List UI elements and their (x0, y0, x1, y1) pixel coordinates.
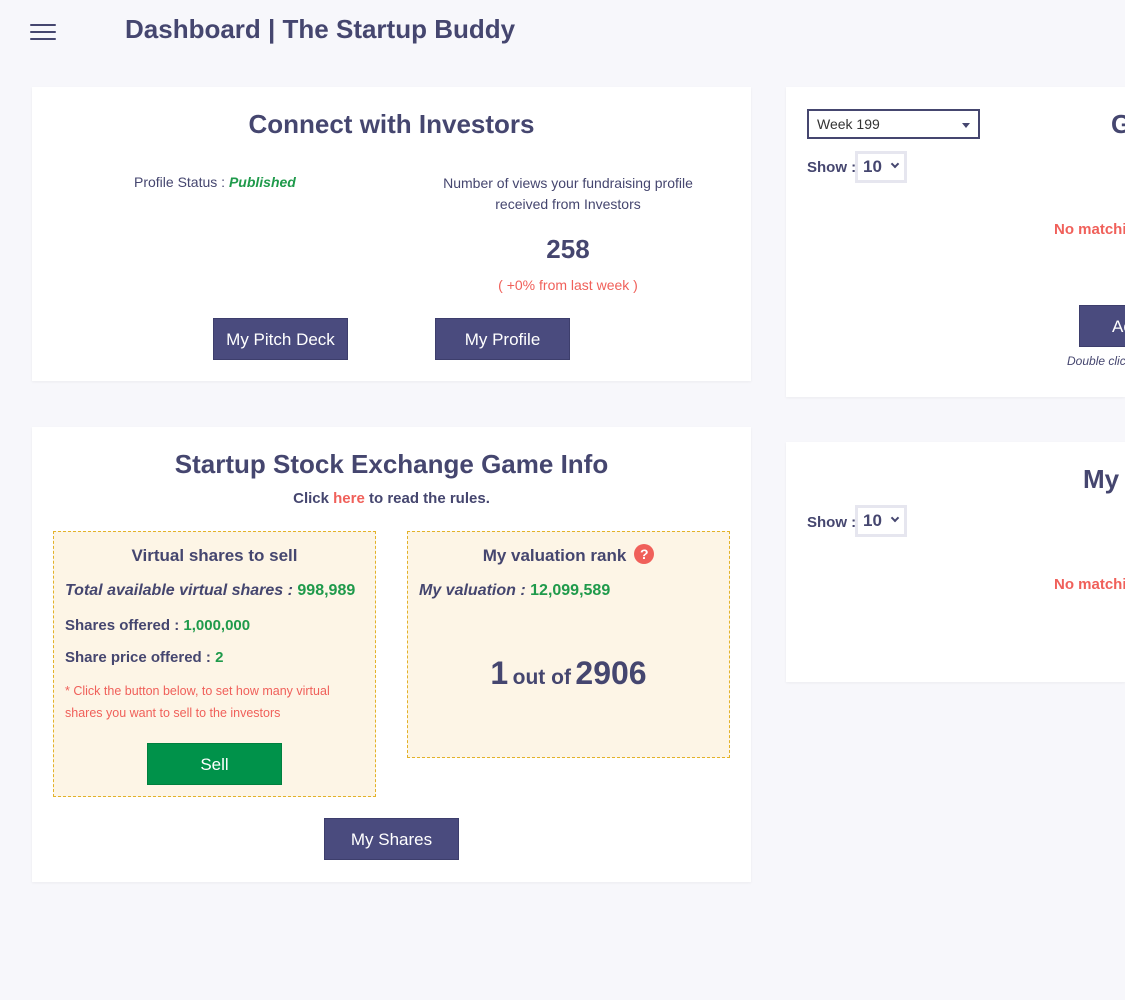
rules-suffix: to read the rules. (369, 490, 490, 507)
my-valuation-value: 12,099,589 (530, 582, 611, 599)
shares-offered-row: Shares offered : 1,000,000 (65, 617, 250, 634)
sell-note-line1: * Click the button below, to set how man… (65, 684, 330, 698)
leaderboard-card: Week 199 G Show : 10 No matchi Ac Double… (786, 87, 1125, 397)
total-shares-value: 998,989 (297, 582, 356, 599)
action-button-fragment[interactable]: Ac (1079, 305, 1125, 347)
sell-note-line2: shares you want to sell to the investors (65, 706, 281, 720)
sell-note: * Click the button below, to set how man… (65, 680, 330, 724)
leaderboard-title-fragment: G (1111, 109, 1125, 139)
virtual-shares-box: Virtual shares to sell Total available v… (53, 531, 376, 797)
my-profile-button[interactable]: My Profile (435, 318, 570, 360)
sell-button[interactable]: Sell (147, 743, 282, 785)
my-valuation-label: My valuation : (419, 582, 526, 599)
show-entries-select[interactable]: 10 (855, 151, 907, 183)
views-change: ( +0% from last week ) (498, 277, 638, 293)
shares-offered-label: Shares offered : (65, 617, 180, 634)
hamburger-menu-icon[interactable] (30, 24, 56, 42)
total-shares-label: Total available virtual shares : (65, 582, 293, 599)
double-click-hint: Double clic (1067, 354, 1125, 368)
views-label: Number of views your fundraising profile… (412, 173, 724, 215)
show-entries-select-bottom[interactable]: 10 (855, 505, 907, 537)
total-shares-row: Total available virtual shares : 998,989 (65, 582, 355, 600)
valuation-rank-title: My valuation rank (482, 546, 627, 565)
show-entries-value-bottom: 10 (863, 511, 882, 530)
week-select-value: Week 199 (817, 116, 880, 132)
valuation-rank-box: My valuation rank? My valuation : 12,099… (407, 531, 730, 758)
views-label-line2: received from Investors (495, 196, 641, 212)
my-pitch-deck-button[interactable]: My Pitch Deck (213, 318, 348, 360)
profile-status-label: Profile Status : (134, 174, 226, 190)
my-investments-card: My Show : 10 No matchi (786, 442, 1125, 682)
chevron-down-icon (890, 513, 900, 523)
shares-offered-value: 1,000,000 (183, 617, 251, 634)
views-label-line1: Number of views your fundraising profile (443, 175, 693, 191)
top-bar: Dashboard | The Startup Buddy (0, 0, 1125, 62)
game-info-card: Startup Stock Exchange Game Info Click h… (32, 427, 751, 882)
profile-status-value: Published (228, 174, 296, 190)
empty-table-message-bottom: No matchi (1054, 576, 1125, 593)
my-valuation-row: My valuation : 12,099,589 (419, 582, 610, 600)
share-price-label: Share price offered : (65, 649, 211, 666)
page-title: Dashboard | The Startup Buddy (125, 14, 516, 44)
rank-out-of: out of (512, 666, 571, 689)
my-shares-button[interactable]: My Shares (324, 818, 459, 860)
rank-display: 1 out of 2906 (408, 655, 729, 692)
share-price-value: 2 (215, 649, 224, 666)
rank-total: 2906 (575, 655, 647, 691)
rules-link[interactable]: here (333, 490, 365, 507)
profile-status: Profile Status : Published (134, 174, 334, 190)
investors-card-title: Connect with Investors (248, 109, 535, 139)
game-info-title: Startup Stock Exchange Game Info (174, 449, 609, 479)
show-entries-value: 10 (863, 157, 882, 176)
views-count: 258 (546, 234, 590, 264)
my-investments-title-fragment: My (1083, 464, 1120, 494)
investors-card: Connect with Investors Profile Status : … (32, 87, 751, 381)
dropdown-caret-icon (962, 123, 970, 128)
valuation-rank-title-row: My valuation rank? (408, 544, 729, 566)
empty-table-message: No matchi (1054, 221, 1125, 238)
help-icon[interactable]: ? (634, 544, 655, 564)
chevron-down-icon (890, 159, 900, 169)
rules-line: Click here to read the rules. (32, 490, 751, 507)
share-price-row: Share price offered : 2 (65, 649, 223, 666)
virtual-shares-title: Virtual shares to sell (131, 546, 298, 565)
show-label-bottom: Show : (807, 514, 857, 531)
rank-number: 1 (490, 655, 509, 691)
show-label: Show : (807, 159, 857, 176)
week-select[interactable]: Week 199 (807, 109, 980, 139)
rules-prefix: Click (293, 490, 329, 507)
